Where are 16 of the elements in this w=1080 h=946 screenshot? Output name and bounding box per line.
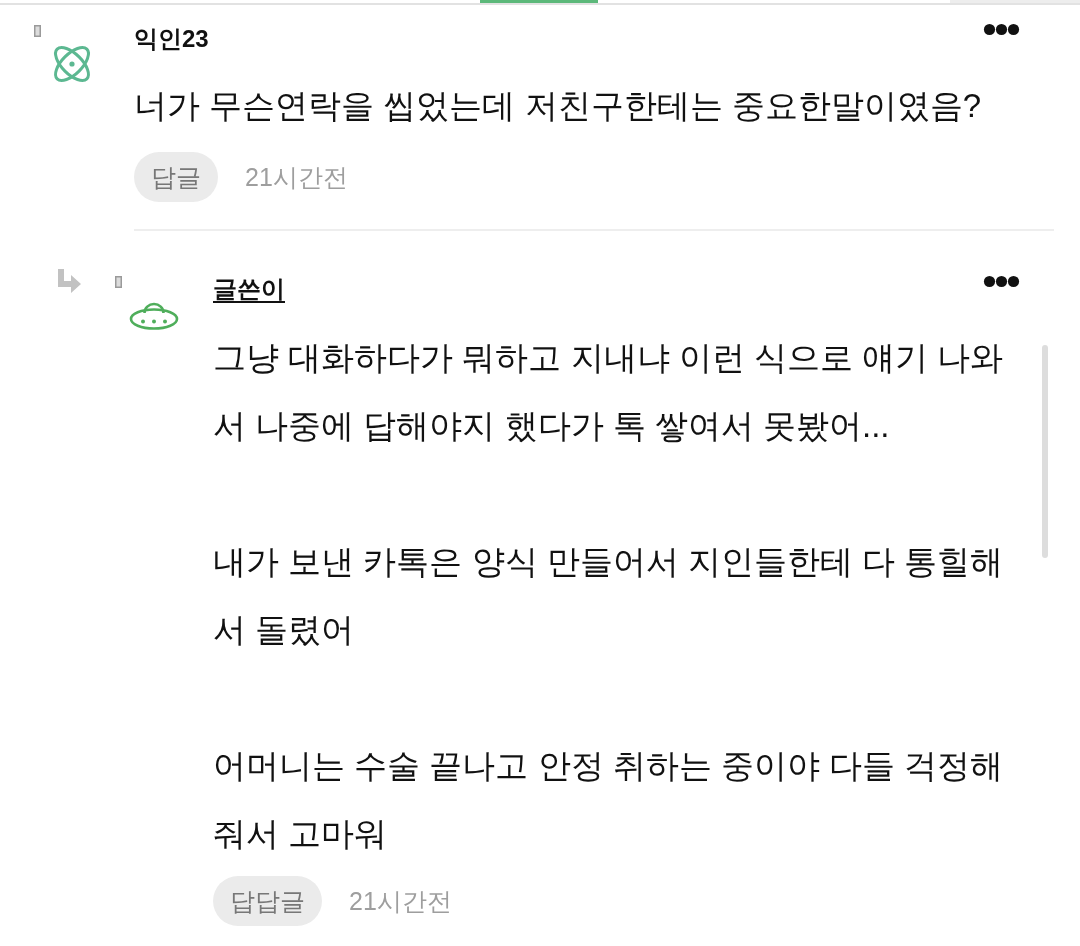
comment-text: 그냥 대화하다가 뭐하고 지내냐 이런 식으로 얘기 나와서 나중에 답해야지 했다가 톡 쌓여서 못봤어... [213,338,1005,446]
more-options-icon[interactable] [983,23,1020,36]
reply-button[interactable]: 답답글 [213,876,322,926]
author-name: 글쓴이 [213,274,285,304]
comment-text: 어머니는 수술 끝나고 안정 취하는 중이야 다들 걱정해줘서 고마워 [213,746,1005,854]
timestamp: 21시간전 [245,161,348,193]
small-rectangle-icon [115,276,122,288]
author-name: 익인23 [134,24,209,54]
reply-button[interactable]: 답글 [134,152,218,202]
reply-arrow-icon [57,269,81,293]
small-rectangle-icon [34,25,41,37]
more-options-icon[interactable] [983,275,1020,288]
comment-text: 너가 무슨연락을 씹었는데 저친구한테는 중요한말이였음? [134,86,983,126]
timestamp: 21시간전 [349,885,452,917]
comment-text: 내가 보낸 카톡은 양식 만들어서 지인들한테 다 통힐해서 돌렸어 [213,542,1005,650]
scrollbar-thumb[interactable] [1042,345,1048,558]
